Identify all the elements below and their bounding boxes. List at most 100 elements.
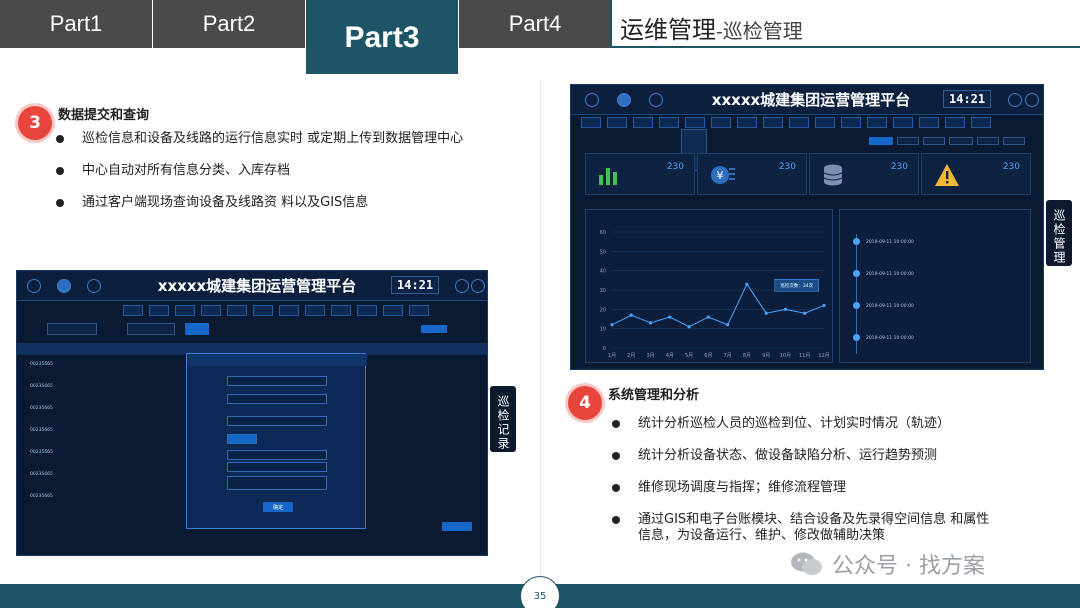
- list-item: 维修现场调度与指挥；维修流程管理: [612, 480, 992, 496]
- tab-part1[interactable]: Part1: [0, 0, 152, 48]
- search-button[interactable]: [185, 323, 209, 335]
- filter-tab[interactable]: [977, 137, 999, 145]
- page-title-sub: -巡检管理: [716, 19, 803, 43]
- data-point[interactable]: [610, 323, 614, 327]
- nav-button[interactable]: [633, 117, 653, 128]
- x-tick-label: 5月: [685, 353, 693, 359]
- data-point[interactable]: [706, 315, 710, 319]
- nav-button[interactable]: [201, 305, 221, 316]
- column-divider: [540, 80, 541, 580]
- nav-button[interactable]: [893, 117, 913, 128]
- list-item: 统计分析设备状态、做设备缺陷分析、运行趋势预测: [612, 448, 992, 464]
- filter-tab-active[interactable]: [421, 325, 447, 333]
- stat-value: 230: [890, 162, 908, 172]
- data-point[interactable]: [803, 311, 807, 315]
- bullet-icon: [612, 516, 620, 524]
- y-tick-label: 20: [600, 307, 606, 313]
- nav-button[interactable]: [383, 305, 403, 316]
- timeline-dot: [853, 302, 860, 309]
- side-tag-patrol-records[interactable]: 巡检记录: [490, 386, 516, 452]
- nav-button[interactable]: [581, 117, 601, 128]
- nav-button[interactable]: [123, 305, 143, 316]
- x-tick-label: 10月: [780, 353, 791, 359]
- list-item: 巡检信息和设备及线路的运行信息实时 或定期上传到数据管理中心: [56, 131, 526, 147]
- timeline-date: 2019-09-11 10:00:00: [866, 336, 914, 341]
- modal-list-item[interactable]: [227, 476, 327, 490]
- dashboard-top-screenshot: xxxxx城建集团运营管理平台 14:21 230 ¥ 230 230 230 …: [570, 84, 1044, 370]
- filter-tab-active[interactable]: [869, 137, 893, 145]
- data-point[interactable]: [687, 325, 691, 329]
- section3-bullet-list: 巡检信息和设备及线路的运行信息实时 或定期上传到数据管理中心 中心自动对所有信息…: [56, 131, 526, 227]
- page-number: 35: [520, 576, 560, 608]
- x-tick-label: 1月: [608, 353, 616, 359]
- tab-part2[interactable]: Part2: [153, 0, 305, 48]
- modal-toggle[interactable]: [227, 434, 257, 444]
- timeline-date: 2019-09-11 10:00:00: [866, 272, 914, 277]
- bullet-icon: [612, 452, 620, 460]
- data-point[interactable]: [822, 303, 826, 308]
- side-tag-patrol-management[interactable]: 巡检管理: [1046, 200, 1072, 266]
- confirm-button[interactable]: 确定: [263, 502, 293, 512]
- home-icon: [27, 279, 41, 293]
- nav-button[interactable]: [149, 305, 169, 316]
- nav-button[interactable]: [409, 305, 429, 316]
- dashboard-top-clock: 14:21: [943, 90, 992, 108]
- account-icon: [1025, 93, 1039, 107]
- data-point[interactable]: [764, 311, 768, 315]
- nav-button[interactable]: [763, 117, 783, 128]
- nav-button[interactable]: [175, 305, 195, 316]
- filter-tab[interactable]: [1003, 137, 1025, 145]
- timeline-dot: [853, 334, 860, 341]
- data-point[interactable]: [745, 282, 749, 286]
- x-tick-label: 12月: [818, 353, 829, 359]
- data-point[interactable]: [726, 323, 730, 327]
- list-item: 通过GIS和电子台账模块、结合设备及先录得空间信息 和属性信息，为设备运行、维护…: [612, 512, 992, 544]
- line-chart: 0 10 20 30 40 50 60 1月 2月 3月 4月 5月 6月 7月 8月 9月 10月 11月 12月…: [600, 230, 830, 359]
- data-point[interactable]: [629, 313, 633, 317]
- nav-button[interactable]: [815, 117, 835, 128]
- nav-button[interactable]: [841, 117, 861, 128]
- add-record-button[interactable]: [442, 522, 472, 531]
- wechat-icon: [791, 552, 822, 575]
- nav-button[interactable]: [971, 117, 991, 128]
- filter-select[interactable]: [47, 323, 97, 335]
- nav-button[interactable]: [305, 305, 325, 316]
- stat-card: 230: [809, 153, 919, 195]
- data-point[interactable]: [783, 307, 788, 311]
- nav-button[interactable]: [737, 117, 757, 128]
- tab-part4[interactable]: Part4: [459, 0, 611, 48]
- modal-header: [187, 354, 367, 366]
- modal-field[interactable]: [227, 394, 327, 404]
- nav-button[interactable]: [253, 305, 273, 316]
- section3-number-badge: 3: [18, 106, 52, 140]
- tab-part3[interactable]: Part3: [306, 0, 458, 74]
- nav-button[interactable]: [607, 117, 627, 128]
- nav-button[interactable]: [279, 305, 299, 316]
- nav-button[interactable]: [789, 117, 809, 128]
- data-point[interactable]: [668, 315, 672, 319]
- modal-field[interactable]: [227, 416, 327, 426]
- nav-button[interactable]: [357, 305, 377, 316]
- timeline-dot: [853, 238, 860, 245]
- modal-field[interactable]: [227, 376, 327, 386]
- stat-value: 230: [778, 162, 796, 172]
- chart-tooltip-text: 巡检次数：34次: [780, 282, 813, 289]
- data-point[interactable]: [648, 321, 653, 325]
- nav-button[interactable]: [919, 117, 939, 128]
- modal-list-item[interactable]: [227, 450, 327, 460]
- timeline-panel: 2019-09-11 10:00:00 2019-09-11 10:00:00 …: [839, 209, 1031, 363]
- filter-tab[interactable]: [897, 137, 919, 145]
- nav-button[interactable]: [945, 117, 965, 128]
- modal-list-item[interactable]: [227, 462, 327, 472]
- search-input[interactable]: [127, 323, 175, 335]
- nav-button[interactable]: [711, 117, 731, 128]
- nav-button[interactable]: [331, 305, 351, 316]
- filter-tab[interactable]: [949, 137, 973, 145]
- nav-button[interactable]: [867, 117, 887, 128]
- x-tick-label: 11月: [799, 353, 810, 359]
- y-tick-label: 10: [600, 327, 606, 333]
- nav-button[interactable]: [659, 117, 679, 128]
- nav-button[interactable]: [685, 117, 705, 128]
- nav-button[interactable]: [227, 305, 247, 316]
- filter-tab[interactable]: [923, 137, 945, 145]
